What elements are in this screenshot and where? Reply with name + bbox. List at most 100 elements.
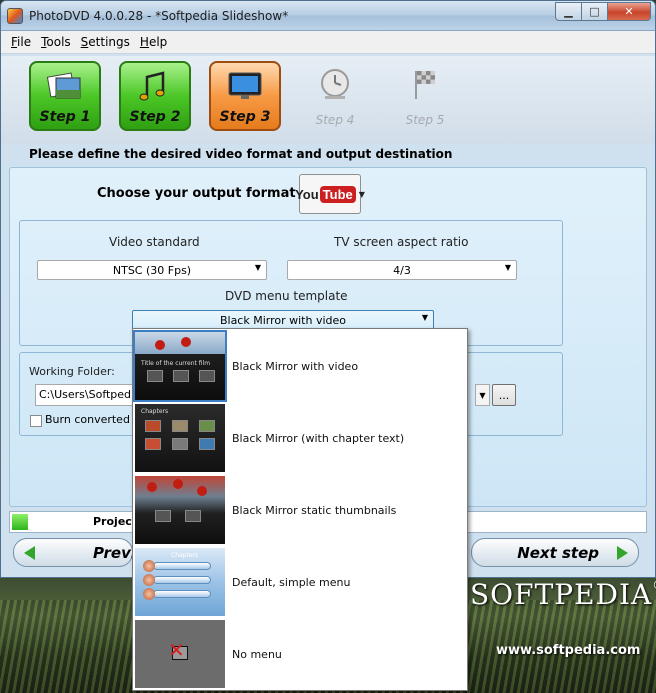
thumb-title: Title of the current film bbox=[141, 360, 211, 367]
thumb-item bbox=[143, 588, 155, 600]
thumb-item bbox=[145, 420, 161, 432]
dvd-menu-option-label: Black Mirror static thumbnails bbox=[232, 503, 397, 517]
monitor-icon bbox=[228, 72, 262, 99]
step-4-label: Step 4 bbox=[315, 113, 355, 127]
dvd-menu-option[interactable]: Black Mirror static thumbnails bbox=[135, 475, 465, 545]
dvd-menu-option-label: No menu bbox=[232, 647, 282, 661]
window-title: PhotoDVD 4.0.0.28 - *Softpedia Slideshow… bbox=[29, 8, 289, 23]
working-folder-history-button[interactable]: ▼ bbox=[475, 384, 490, 406]
thumb-flower bbox=[155, 340, 165, 350]
dvd-menu-option[interactable]: Title of the current film Black Mirror w… bbox=[133, 330, 465, 402]
template-thumbnail: ✕ bbox=[135, 620, 225, 688]
thumb-flower bbox=[197, 486, 207, 496]
thumb-title: Chapters bbox=[171, 552, 199, 559]
maximize-button[interactable]: □ bbox=[581, 2, 608, 21]
minimize-button[interactable]: ▁ bbox=[555, 2, 582, 21]
thumb-title: Chapters bbox=[141, 408, 169, 415]
step-5-label: Step 5 bbox=[405, 113, 445, 127]
next-step-label: Next step bbox=[517, 543, 599, 562]
menu-file[interactable]: File bbox=[11, 35, 31, 49]
video-standard-label: Video standard bbox=[109, 235, 200, 249]
registered-mark: ® bbox=[652, 578, 656, 592]
template-thumbnail: Chapters bbox=[135, 548, 225, 616]
menu-help[interactable]: Help bbox=[140, 35, 167, 49]
burn-label: Burn converted pr bbox=[45, 413, 133, 426]
video-standard-select[interactable]: NTSC (30 Fps) ▼ bbox=[37, 260, 267, 280]
step-3-label: Step 3 bbox=[219, 109, 271, 125]
softpedia-logo-text: SOFTPEDIA bbox=[470, 578, 653, 611]
menu-tools[interactable]: Tools bbox=[41, 35, 71, 49]
working-folder-input[interactable]: C:\Users\Softpedia bbox=[35, 384, 135, 406]
next-step-button[interactable]: Next step bbox=[471, 538, 639, 567]
app-icon bbox=[7, 7, 23, 24]
thumb-item bbox=[199, 420, 215, 432]
working-folder-label: Working Folder: bbox=[29, 365, 115, 378]
output-format-button[interactable]: You Tube ▼ bbox=[295, 174, 365, 214]
clock-icon bbox=[321, 69, 349, 99]
dvd-menu-option-label: Black Mirror with video bbox=[232, 359, 359, 373]
aspect-ratio-value: 4/3 bbox=[393, 263, 411, 277]
photos-icon bbox=[46, 72, 81, 99]
thumb-item bbox=[155, 510, 171, 522]
dvd-menu-label: DVD menu template bbox=[225, 289, 348, 303]
thumb-item bbox=[143, 560, 155, 572]
chevron-down-icon: ▼ bbox=[254, 263, 261, 272]
template-thumbnail: Title of the current film bbox=[133, 330, 227, 402]
thumb-item bbox=[153, 590, 211, 598]
close-icon: ✕ bbox=[168, 638, 185, 662]
template-thumbnail bbox=[135, 476, 225, 544]
thumb-flower bbox=[173, 479, 183, 489]
softpedia-logo: SOFTPEDIA® bbox=[470, 578, 656, 611]
thumb-item bbox=[185, 510, 201, 522]
template-thumbnail: Chapters bbox=[135, 404, 225, 472]
progress-fill bbox=[12, 514, 28, 530]
thumb-item bbox=[172, 438, 188, 450]
browse-button[interactable]: ... bbox=[492, 384, 516, 406]
step-4-button[interactable]: Step 4 bbox=[299, 61, 371, 131]
thumb-item bbox=[172, 420, 188, 432]
music-notes-icon bbox=[139, 71, 165, 101]
arrow-right-icon bbox=[617, 545, 628, 560]
thumb-item bbox=[153, 576, 211, 584]
aspect-ratio-select[interactable]: 4/3 ▼ bbox=[287, 260, 517, 280]
title-bar[interactable]: PhotoDVD 4.0.0.28 - *Softpedia Slideshow… bbox=[1, 1, 655, 31]
step-5-button[interactable]: Step 5 bbox=[389, 61, 461, 131]
arrow-left-icon bbox=[24, 545, 35, 560]
softpedia-url: www.softpedia.com bbox=[496, 643, 641, 658]
burn-checkbox[interactable] bbox=[30, 415, 42, 427]
chevron-down-icon: ▼ bbox=[421, 313, 428, 322]
step-2-button[interactable]: Step 2 bbox=[119, 61, 191, 131]
dvd-menu-value: Black Mirror with video bbox=[219, 313, 347, 327]
previous-step-button[interactable]: Previo bbox=[13, 538, 146, 567]
thumb-item bbox=[199, 370, 215, 382]
thumb-item bbox=[199, 438, 215, 450]
window-controls: ▁ □ ✕ bbox=[555, 2, 651, 21]
dvd-menu-option[interactable]: Chapters Default, simple menu bbox=[135, 547, 465, 617]
output-format-label: Choose your output format : bbox=[97, 186, 306, 201]
dvd-menu-select[interactable]: Black Mirror with video ▼ bbox=[132, 310, 434, 330]
youtube-logo: You Tube bbox=[295, 185, 356, 203]
menu-bar: File Tools Settings Help bbox=[1, 31, 655, 54]
youtube-logo-tube: Tube bbox=[319, 185, 356, 203]
step-2-label: Step 2 bbox=[129, 109, 181, 125]
thumb-flower bbox=[181, 337, 191, 347]
thumb-flower bbox=[147, 482, 157, 492]
dvd-menu-option[interactable]: ✕ No menu bbox=[135, 619, 465, 689]
step-1-button[interactable]: Step 1 bbox=[29, 61, 101, 131]
aspect-ratio-label: TV screen aspect ratio bbox=[334, 235, 469, 249]
thumb-item bbox=[145, 438, 161, 450]
step-1-label: Step 1 bbox=[39, 109, 91, 125]
youtube-logo-you: You bbox=[295, 186, 319, 202]
thumb-item bbox=[147, 370, 163, 382]
checkered-flag-icon bbox=[415, 71, 435, 99]
dvd-menu-dropdown-list: Title of the current film Black Mirror w… bbox=[132, 328, 468, 691]
close-button[interactable]: ✕ bbox=[607, 2, 651, 21]
thumb-item bbox=[153, 562, 211, 570]
progress-label: Project bbox=[93, 515, 138, 528]
dropdown-arrow-icon: ▼ bbox=[358, 189, 365, 199]
menu-settings[interactable]: Settings bbox=[81, 35, 130, 49]
instruction-text: Please define the desired video format a… bbox=[29, 147, 453, 161]
dvd-menu-option[interactable]: Chapters Black Mirror (with chapter text… bbox=[135, 403, 465, 473]
step-3-button[interactable]: Step 3 bbox=[209, 61, 281, 131]
thumb-item bbox=[143, 574, 155, 586]
